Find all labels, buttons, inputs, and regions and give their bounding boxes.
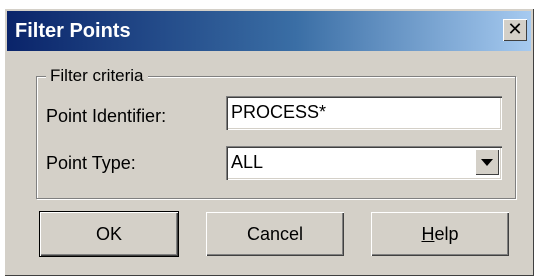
filter-criteria-group <box>36 76 516 199</box>
chevron-down-icon <box>481 159 493 166</box>
point-type-dropdown-button[interactable] <box>475 149 499 175</box>
point-identifier-label: Point Identifier: <box>46 106 167 126</box>
help-button-label: elp <box>434 224 459 244</box>
close-icon: ✕ <box>507 19 523 40</box>
dialog-title: Filter Points <box>15 20 131 42</box>
close-button[interactable]: ✕ <box>503 19 527 41</box>
help-button-mnemonic: H <box>421 224 435 244</box>
title-bar[interactable]: Filter Points ✕ <box>7 11 531 51</box>
point-type-value: ALL <box>231 152 264 172</box>
help-button[interactable]: Help <box>371 212 509 256</box>
point-identifier-input[interactable]: PROCESS* <box>226 96 502 130</box>
ok-button[interactable]: OK <box>39 211 179 257</box>
point-type-select[interactable]: ALL <box>226 146 502 180</box>
cancel-button[interactable]: Cancel <box>206 212 344 256</box>
filter-points-dialog: Filter Points ✕ Filter criteria Point Id… <box>4 8 534 276</box>
filter-criteria-legend: Filter criteria <box>46 66 148 86</box>
point-type-label: Point Type: <box>46 153 136 173</box>
